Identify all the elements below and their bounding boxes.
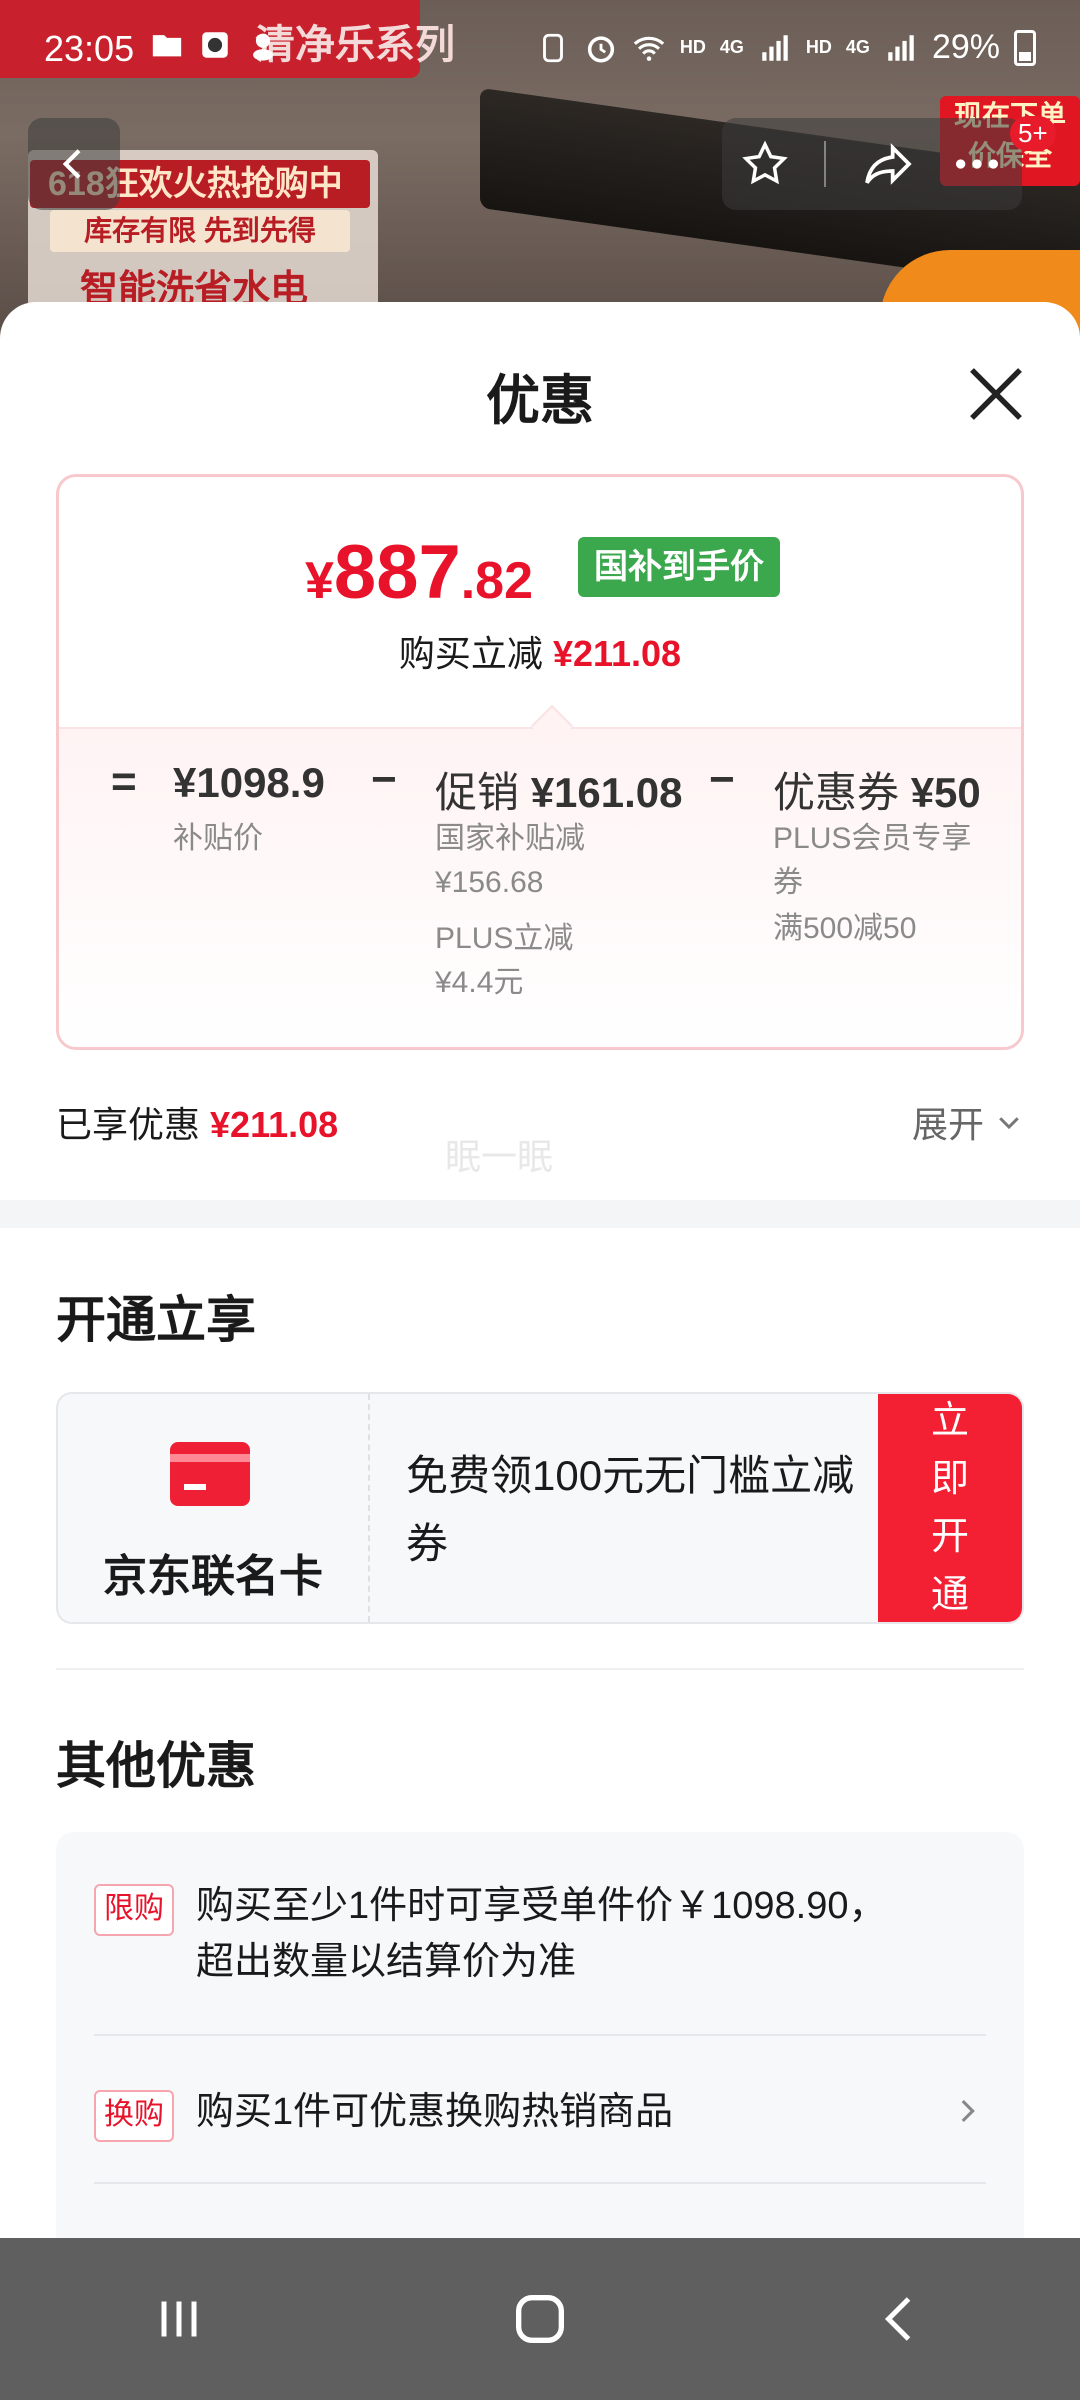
co-branded-card-offer[interactable]: 京东联名卡 免费领100元无门槛立减券 立即开通 xyxy=(56,1392,1024,1624)
chevron-down-icon xyxy=(999,1117,1019,1130)
currency-symbol: ¥ xyxy=(305,552,334,610)
coupon-label: 优惠券 xyxy=(773,769,900,816)
promo-sub-1-value: ¥156.68 xyxy=(435,866,544,899)
instant-discount-line: 购买立减 ¥211.08 xyxy=(59,625,1021,677)
share-icon[interactable] xyxy=(860,136,916,192)
base-price: ¥1098.9 xyxy=(173,759,325,806)
instant-discount-amount: ¥211.08 xyxy=(552,633,682,674)
coupon-sub-1: PLUS会员专享 xyxy=(773,822,972,855)
promo-sub-1: 国家补贴减 xyxy=(435,822,585,855)
activate-label: 立即开通 xyxy=(930,1400,969,1616)
hd-label-2: HD xyxy=(805,37,832,57)
exchange-text: 购买1件可优惠换购热销商品 xyxy=(196,2091,674,2133)
battery-icon xyxy=(1014,29,1036,66)
credit-card-icon xyxy=(170,1442,250,1506)
promo-amount: ¥161.08 xyxy=(530,769,683,816)
promo-label: 促销 xyxy=(435,769,520,816)
network-label-1: 4G xyxy=(719,37,744,57)
price-breakdown-card: ¥ 887 .82 国补到手价 购买立减 ¥211.08 = ¥1098.9 补… xyxy=(56,474,1024,1050)
clock-app-icon xyxy=(202,32,228,58)
close-icon[interactable] xyxy=(960,358,1032,430)
limit-text-line-2: 超出数量以结算价为准 xyxy=(196,1941,577,1983)
header-actions xyxy=(722,118,1022,210)
offer-divider xyxy=(94,2182,986,2184)
card-info: 京东联名卡 xyxy=(58,1394,370,1622)
other-offers-list: 限购 购买至少1件时可享受单件价￥1098.90， 超出数量以结算价为准 换购 … xyxy=(56,1832,1024,2240)
expand-button[interactable]: 展开 xyxy=(912,1096,1024,1148)
status-time: 23:05 xyxy=(44,28,135,69)
limit-tag: 限购 xyxy=(94,1884,174,1936)
hd-label-1: HD xyxy=(679,37,706,57)
home-icon[interactable] xyxy=(508,2287,572,2351)
back-button[interactable] xyxy=(28,118,120,210)
exchange-tag: 换购 xyxy=(94,2090,174,2142)
expand-label: 展开 xyxy=(911,1104,984,1145)
minus-sign-2: − xyxy=(709,755,735,804)
section-divider xyxy=(0,1200,1080,1228)
equals-sign: = xyxy=(111,757,137,806)
price-decimal: .82 xyxy=(460,552,534,610)
status-notification-icons xyxy=(150,28,280,62)
chevron-left-icon xyxy=(62,149,81,179)
watermark-text: 眠一眠 xyxy=(445,1136,554,1177)
signal-icon xyxy=(762,34,788,61)
coupon-amount: ¥50 xyxy=(910,769,981,816)
app-notification-icon xyxy=(253,33,273,61)
enjoyed-label: 已享优惠 xyxy=(56,1104,201,1145)
limit-text-line-1: 购买至少1件时可享受单件价￥1098.90， xyxy=(196,1885,887,1927)
battery-percent: 29% xyxy=(931,28,1000,66)
card-name: 京东联名卡 xyxy=(103,1552,323,1601)
recent-apps-icon[interactable] xyxy=(149,2289,209,2349)
promo-sub-2: PLUS立减 xyxy=(435,922,574,955)
coupon-sub-1b: 券 xyxy=(773,866,803,899)
system-nav-bar xyxy=(0,2238,1080,2400)
promo-line-2: 库存有限 先到先得 xyxy=(50,210,350,252)
open-enjoy-title: 开通立享 xyxy=(56,1292,256,1348)
other-offers-title: 其他优惠 xyxy=(56,1738,256,1794)
enjoyed-discount: 已享优惠 ¥211.08 xyxy=(56,1096,338,1148)
status-bar: 23:05 HD 4G HD 4G 29% xyxy=(0,0,1080,96)
folder-icon xyxy=(152,35,182,57)
more-icon[interactable] xyxy=(949,136,1005,192)
back-icon[interactable] xyxy=(871,2289,931,2349)
instant-discount-label: 购买立减 xyxy=(398,633,543,674)
enjoyed-amount: ¥211.08 xyxy=(210,1104,339,1145)
signal-icon-2 xyxy=(888,34,914,61)
sheet-title: 优惠 xyxy=(486,371,594,431)
price-integer: 887 xyxy=(333,530,461,615)
network-label-2: 4G xyxy=(845,37,870,57)
recycle-icon xyxy=(542,33,563,62)
coupon-amount-line: 优惠券 ¥50 xyxy=(773,759,981,820)
offers-sheet: 优惠 ¥ 887 .82 国补到手价 购买立减 ¥211.08 = ¥1098.… xyxy=(0,302,1080,2240)
promo-sub-2-value: ¥4.4元 xyxy=(435,966,524,999)
offer-divider xyxy=(94,2034,986,2036)
alarm-icon xyxy=(587,35,615,63)
activate-button[interactable]: 立即开通 xyxy=(878,1394,1022,1622)
promo-amount-line: 促销 ¥161.08 xyxy=(435,759,683,820)
subsidy-price-tag: 国补到手价 xyxy=(578,537,780,597)
status-right-icons: HD 4G HD 4G 29% xyxy=(536,28,1036,67)
thin-divider xyxy=(56,1668,1024,1670)
card-offer-description: 免费领100元无门槛立减券 xyxy=(406,1452,855,1567)
notification-count-badge: 5+ xyxy=(1010,116,1056,151)
coupon-sub-2: 满500减50 xyxy=(773,912,917,945)
action-divider xyxy=(824,141,827,187)
chevron-right-icon[interactable] xyxy=(950,2094,984,2128)
wifi-icon xyxy=(633,36,665,61)
star-icon[interactable] xyxy=(739,138,791,190)
minus-sign-1: − xyxy=(371,755,397,804)
final-price: ¥ 887 .82 xyxy=(305,529,533,616)
base-price-label: 补贴价 xyxy=(173,822,263,855)
